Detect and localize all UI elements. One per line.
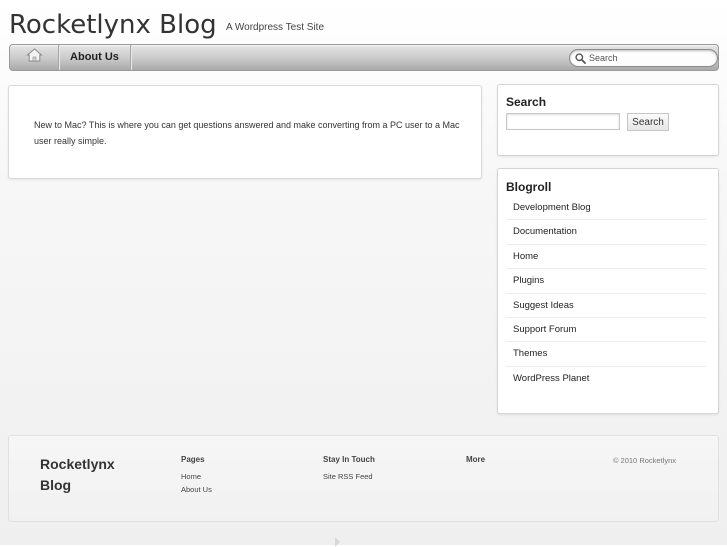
nav-about-us-link[interactable]: About Us <box>59 45 131 70</box>
nav-home-button[interactable] <box>10 45 59 70</box>
post-content-box: New to Mac? This is where you can get qu… <box>8 85 482 179</box>
site-footer: Rocketlynx Blog Pages Home About Us Stay… <box>8 435 719 522</box>
main-navigation: About Us <box>9 44 719 71</box>
footer-copyright: © 2010 Rocketlynx <box>612 456 676 465</box>
search-widget: Search Search <box>497 84 719 156</box>
site-title[interactable]: Rocketlynx Blog <box>9 7 217 43</box>
footer-link-about-us[interactable]: About Us <box>181 483 212 496</box>
blogroll-link-support-forum[interactable]: Support Forum <box>506 318 706 343</box>
footer-link-rss-feed[interactable]: Site RSS Feed <box>323 470 375 483</box>
footer-stay-in-touch-column: Stay In Touch Site RSS Feed <box>323 455 375 483</box>
sidebar-search-button[interactable]: Search <box>627 113 669 131</box>
search-widget-title: Search <box>506 95 547 109</box>
blogroll-link-development-blog[interactable]: Development Blog <box>506 196 706 221</box>
footer-pages-column: Pages Home About Us <box>181 455 212 496</box>
home-icon <box>25 48 43 67</box>
footer-site-title: Rocketlynx Blog <box>40 456 115 493</box>
blogroll-link-themes[interactable]: Themes <box>506 342 706 367</box>
scroll-arrow-icon <box>335 537 340 547</box>
footer-stay-in-touch-heading: Stay In Touch <box>323 455 375 464</box>
footer-more-column: More <box>466 455 485 470</box>
site-tagline: A Wordpress Test Site <box>226 22 325 33</box>
nav-search-box[interactable] <box>569 49 718 67</box>
nav-search-input[interactable] <box>587 51 709 65</box>
blogroll-list: Development Blog Documentation Home Plug… <box>506 196 706 391</box>
magnifier-icon <box>573 51 587 65</box>
blogroll-widget-title: Blogroll <box>506 180 552 194</box>
footer-link-home[interactable]: Home <box>181 470 212 483</box>
sidebar-search-input[interactable] <box>506 113 620 130</box>
blogroll-link-wordpress-planet[interactable]: WordPress Planet <box>506 367 706 391</box>
footer-pages-heading: Pages <box>181 455 205 464</box>
blogroll-link-suggest-ideas[interactable]: Suggest Ideas <box>506 294 706 318</box>
blogroll-link-documentation[interactable]: Documentation <box>506 220 706 245</box>
blogroll-link-plugins[interactable]: Plugins <box>506 269 706 294</box>
blogroll-link-home[interactable]: Home <box>506 245 706 270</box>
blogroll-widget: Blogroll Development Blog Documentation … <box>497 168 719 414</box>
post-text: New to Mac? This is where you can get qu… <box>34 120 460 146</box>
footer-more-heading: More <box>466 455 486 464</box>
